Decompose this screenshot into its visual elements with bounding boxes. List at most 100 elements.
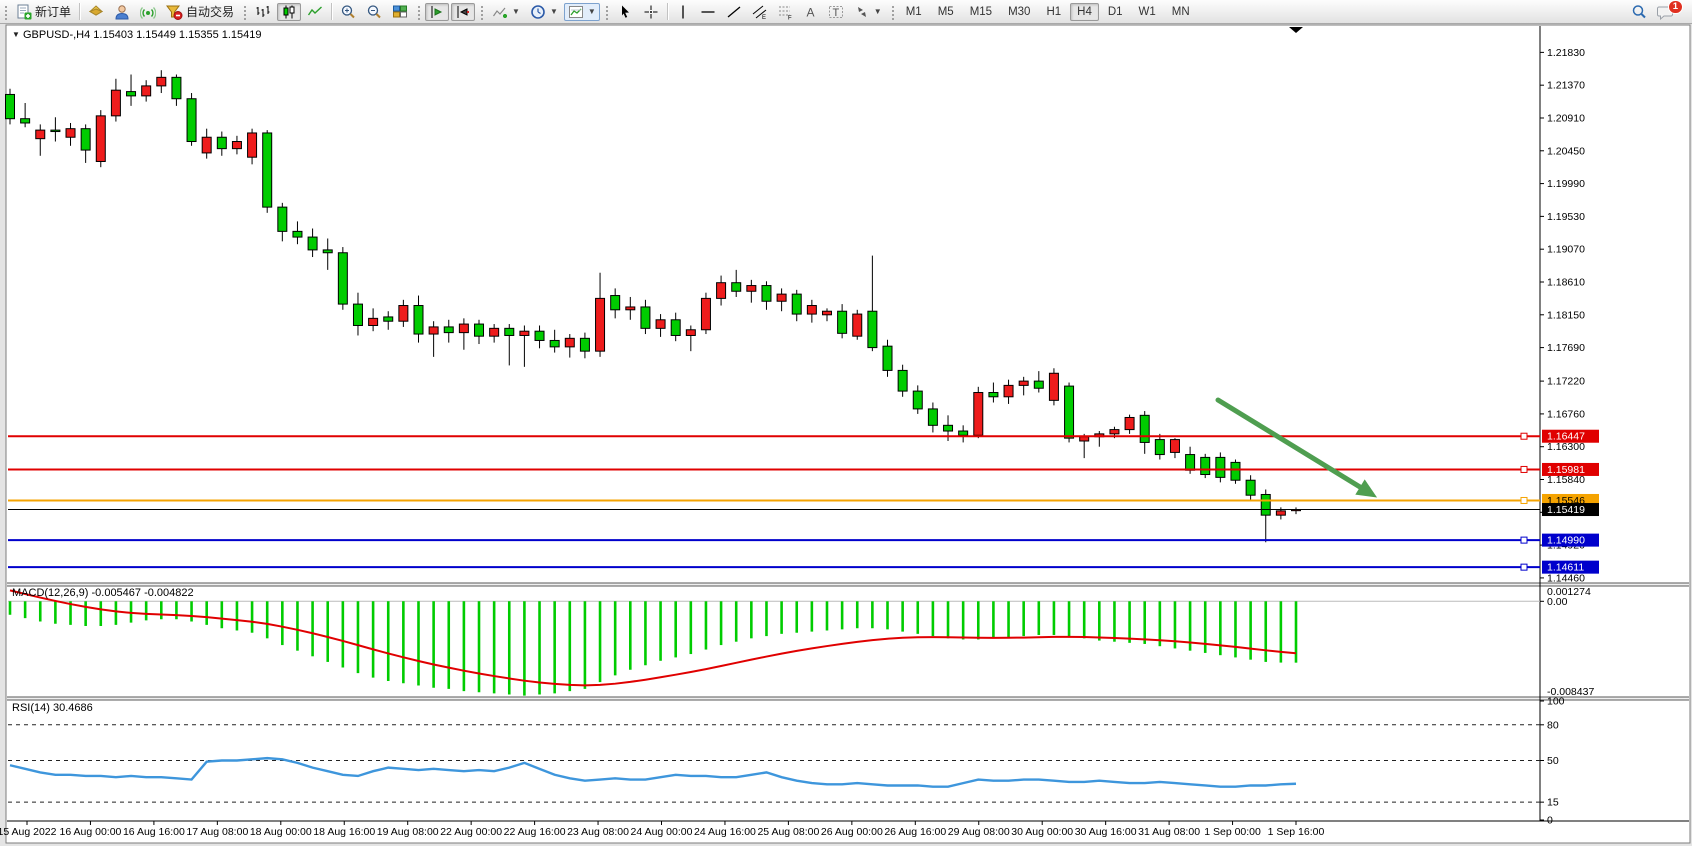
indicators-button[interactable]: ▼ xyxy=(488,3,524,21)
arrows-icon xyxy=(854,4,870,20)
line-chart-button[interactable] xyxy=(303,3,327,21)
svg-text:16 Aug 16:00: 16 Aug 16:00 xyxy=(123,826,185,838)
svg-text:1.14611: 1.14611 xyxy=(1547,562,1584,574)
timeframe-d1[interactable]: D1 xyxy=(1101,3,1130,21)
vertical-line-button[interactable] xyxy=(672,3,694,21)
candle xyxy=(323,250,332,253)
candle xyxy=(671,320,680,336)
crosshair-button[interactable] xyxy=(639,3,663,21)
candle xyxy=(459,324,468,333)
candle xyxy=(490,328,499,336)
candle xyxy=(369,318,378,325)
periods-button[interactable]: ▼ xyxy=(526,3,562,21)
candle xyxy=(444,327,453,333)
bar-chart-button[interactable] xyxy=(251,3,275,21)
candle xyxy=(1080,437,1089,441)
candle xyxy=(96,116,105,162)
profile-button[interactable] xyxy=(110,3,134,21)
zoom-out-icon xyxy=(366,4,382,20)
timeframe-m5[interactable]: M5 xyxy=(931,3,961,21)
svg-text:1.21830: 1.21830 xyxy=(1547,47,1585,59)
svg-text:80: 80 xyxy=(1547,719,1559,731)
candle xyxy=(127,92,136,96)
signals-button[interactable] xyxy=(136,3,160,21)
chart-canvas[interactable]: 1.218301.213701.209101.204501.199901.195… xyxy=(0,0,1692,846)
svg-text:22 Aug 00:00: 22 Aug 00:00 xyxy=(440,826,502,838)
text-button[interactable]: A xyxy=(800,3,822,21)
svg-text:26 Aug 00:00: 26 Aug 00:00 xyxy=(821,826,883,838)
trendline-button[interactable] xyxy=(722,3,746,21)
text-label-button[interactable]: T xyxy=(824,3,848,21)
candle xyxy=(21,119,30,123)
candle xyxy=(157,77,166,86)
timeframe-m30[interactable]: M30 xyxy=(1001,3,1037,21)
svg-text:1.17690: 1.17690 xyxy=(1547,342,1585,354)
zoom-in-icon xyxy=(340,4,356,20)
candle xyxy=(807,306,816,315)
zoom-in-button[interactable] xyxy=(336,3,360,21)
candle xyxy=(1110,430,1119,434)
candle xyxy=(974,393,983,436)
svg-text:26 Aug 16:00: 26 Aug 16:00 xyxy=(884,826,946,838)
tile-windows-button[interactable] xyxy=(388,3,412,21)
timeframe-h4[interactable]: H4 xyxy=(1070,3,1099,21)
svg-text:1.19990: 1.19990 xyxy=(1547,178,1585,190)
candle xyxy=(611,296,620,310)
equidistant-channel-button[interactable]: E xyxy=(748,3,772,21)
svg-text:E: E xyxy=(762,15,766,20)
macd-indicator-label: MACD(12,26,9) -0.005467 -0.004822 xyxy=(12,587,194,599)
candle xyxy=(868,311,877,347)
timeframe-mn[interactable]: MN xyxy=(1165,3,1197,21)
candle xyxy=(111,90,120,116)
auto-scroll-button[interactable] xyxy=(425,3,449,21)
candlestick-chart-button[interactable] xyxy=(277,3,301,21)
candle xyxy=(1201,457,1210,474)
svg-text:18 Aug 16:00: 18 Aug 16:00 xyxy=(313,826,375,838)
candle xyxy=(883,346,892,370)
candle xyxy=(1140,415,1149,442)
candle xyxy=(686,330,695,336)
svg-text:24 Aug 16:00: 24 Aug 16:00 xyxy=(694,826,756,838)
metaeditor-button[interactable] xyxy=(84,3,108,21)
cursor-icon xyxy=(617,4,633,20)
candle xyxy=(399,306,408,322)
svg-text:1.19530: 1.19530 xyxy=(1547,211,1585,223)
svg-text:1.16300: 1.16300 xyxy=(1547,441,1585,453)
svg-text:1 Sep 16:00: 1 Sep 16:00 xyxy=(1268,826,1325,838)
chart-shift-button[interactable] xyxy=(451,3,475,21)
candle xyxy=(989,393,998,397)
svg-text:24 Aug 00:00: 24 Aug 00:00 xyxy=(631,826,693,838)
timeframe-m15[interactable]: M15 xyxy=(963,3,999,21)
svg-text:1.20450: 1.20450 xyxy=(1547,145,1585,157)
oneclick-dropdown-icon[interactable]: ▼ xyxy=(12,30,20,39)
metaeditor-icon xyxy=(88,4,104,20)
equidistant-channel-icon: E xyxy=(752,4,768,20)
candle xyxy=(580,338,589,351)
notification-badge: 1 xyxy=(1668,0,1683,14)
timeframe-m1[interactable]: M1 xyxy=(899,3,929,21)
toolbar-grip[interactable] xyxy=(3,4,8,20)
new-order-button[interactable]: 新订单 xyxy=(12,3,75,21)
candle xyxy=(1246,480,1255,495)
auto-trading-button[interactable]: 自动交易 xyxy=(162,3,238,21)
candle xyxy=(1155,440,1164,455)
horizontal-line-button[interactable] xyxy=(696,3,720,21)
timeframe-w1[interactable]: W1 xyxy=(1132,3,1163,21)
templates-button[interactable]: ▼ xyxy=(564,3,600,21)
chat-button[interactable]: 1 xyxy=(1653,3,1678,21)
timeframe-h1[interactable]: H1 xyxy=(1039,3,1068,21)
candle xyxy=(1276,511,1285,515)
candle xyxy=(535,331,544,340)
bar-chart-icon xyxy=(255,4,271,20)
fibonacci-button[interactable]: F xyxy=(774,3,798,21)
zoom-out-button[interactable] xyxy=(362,3,386,21)
candle xyxy=(1186,455,1195,471)
candle xyxy=(777,294,786,301)
svg-text:17 Aug 08:00: 17 Aug 08:00 xyxy=(186,826,248,838)
cursor-button[interactable] xyxy=(613,3,637,21)
svg-text:1.20910: 1.20910 xyxy=(1547,112,1585,124)
search-button[interactable] xyxy=(1627,3,1651,21)
candle xyxy=(6,94,15,118)
candle xyxy=(596,298,605,351)
arrows-button[interactable]: ▼ xyxy=(850,3,886,21)
